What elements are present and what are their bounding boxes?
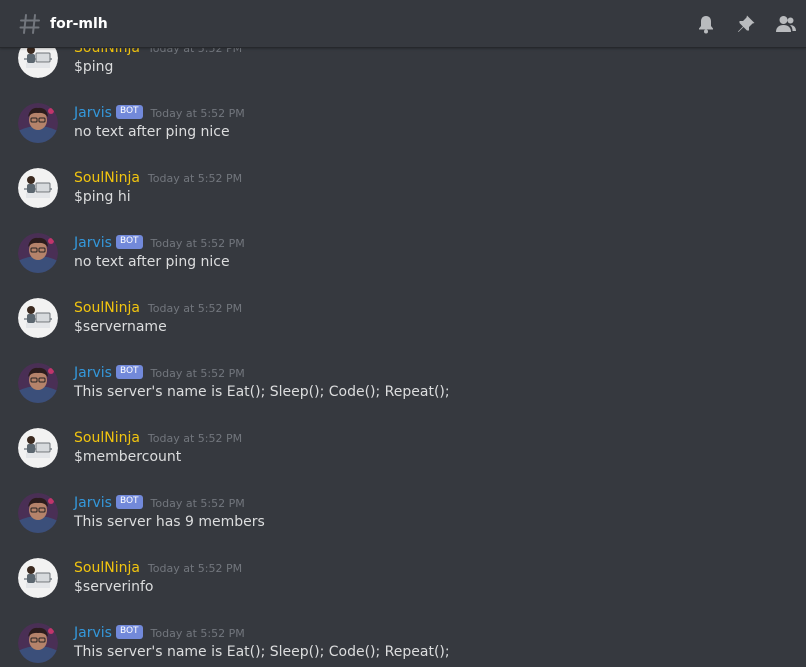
username[interactable]: SoulNinja [74, 430, 140, 446]
header-toolbar [694, 0, 806, 48]
avatar-soulninja[interactable] [18, 558, 58, 598]
discord-channel-view: SoulNinja Today at 5:52 PM $ping Jarvis … [0, 0, 806, 667]
username[interactable]: Jarvis [74, 495, 112, 511]
timestamp: Today at 5:52 PM [147, 431, 243, 445]
pin-icon[interactable] [734, 12, 758, 36]
message-header: SoulNinja Today at 5:52 PM [74, 298, 242, 318]
timestamp: Today at 5:52 PM [150, 236, 245, 250]
message: SoulNinja Today at 5:52 PM $servername [0, 298, 806, 348]
username[interactable]: Jarvis [74, 105, 112, 121]
message: SoulNinja Today at 5:52 PM $membercount [0, 428, 806, 478]
username[interactable]: SoulNinja [74, 560, 140, 576]
username[interactable]: Jarvis [74, 365, 112, 381]
avatar-jarvis[interactable] [18, 623, 58, 663]
channel-header: for-mlh [0, 0, 806, 48]
message-header: Jarvis BOT Today at 5:52 PM [74, 363, 245, 383]
message: Jarvis BOT Today at 5:52 PM This server'… [0, 363, 806, 413]
message: Jarvis BOT Today at 5:52 PM no text afte… [0, 233, 806, 283]
message-text: This server has 9 members [74, 514, 265, 530]
message-header: Jarvis BOT Today at 5:52 PM [74, 233, 245, 253]
username[interactable]: SoulNinja [74, 170, 140, 186]
message: Jarvis BOT Today at 5:52 PM This server'… [0, 623, 806, 667]
message-text: $ping hi [74, 189, 131, 205]
username[interactable]: Jarvis [74, 235, 112, 251]
username[interactable]: Jarvis [74, 625, 112, 641]
avatar-jarvis[interactable] [18, 233, 58, 273]
hash-icon [18, 12, 42, 36]
message-header: Jarvis BOT Today at 5:52 PM [74, 493, 245, 513]
timestamp: Today at 5:52 PM [147, 301, 243, 315]
timestamp: Today at 5:52 PM [147, 561, 243, 575]
timestamp: Today at 5:52 PM [150, 626, 245, 640]
bot-tag: BOT [115, 495, 143, 509]
message-header: Jarvis BOT Today at 5:52 PM [74, 623, 245, 643]
message: SoulNinja Today at 5:52 PM $serverinfo [0, 558, 806, 608]
message-text: $membercount [74, 449, 182, 465]
bot-tag: BOT [115, 235, 143, 249]
bot-tag: BOT [115, 105, 143, 119]
avatar-jarvis[interactable] [18, 103, 58, 143]
message-header: SoulNinja Today at 5:52 PM [74, 428, 242, 448]
avatar-soulninja[interactable] [18, 298, 58, 338]
avatar-jarvis[interactable] [18, 493, 58, 533]
bot-tag: BOT [115, 365, 143, 379]
message: Jarvis BOT Today at 5:52 PM This server … [0, 493, 806, 543]
message-text: $servername [74, 319, 167, 335]
members-icon[interactable] [774, 12, 798, 36]
message: SoulNinja Today at 5:52 PM $ping hi [0, 168, 806, 218]
message-text: no text after ping nice [74, 124, 230, 140]
message-text: $serverinfo [74, 579, 154, 595]
message-header: Jarvis BOT Today at 5:52 PM [74, 103, 245, 123]
timestamp: Today at 5:52 PM [150, 496, 245, 510]
avatar-soulninja[interactable] [18, 428, 58, 468]
message: Jarvis BOT Today at 5:52 PM no text afte… [0, 103, 806, 153]
message-list[interactable]: SoulNinja Today at 5:52 PM $ping Jarvis … [0, 0, 806, 667]
timestamp: Today at 5:52 PM [150, 106, 245, 120]
message-header: SoulNinja Today at 5:52 PM [74, 558, 242, 578]
message-text: no text after ping nice [74, 254, 230, 270]
message-text: $ping [74, 59, 114, 75]
timestamp: Today at 5:52 PM [150, 366, 245, 380]
timestamp: Today at 5:52 PM [147, 171, 243, 185]
message-text: This server's name is Eat(); Sleep(); Co… [74, 384, 450, 400]
message-text: This server's name is Eat(); Sleep(); Co… [74, 644, 450, 660]
channel-name: for-mlh [50, 15, 108, 32]
avatar-jarvis[interactable] [18, 363, 58, 403]
username[interactable]: SoulNinja [74, 300, 140, 316]
bell-icon[interactable] [694, 12, 718, 36]
message-header: SoulNinja Today at 5:52 PM [74, 168, 242, 188]
bot-tag: BOT [115, 625, 143, 639]
avatar-soulninja[interactable] [18, 168, 58, 208]
